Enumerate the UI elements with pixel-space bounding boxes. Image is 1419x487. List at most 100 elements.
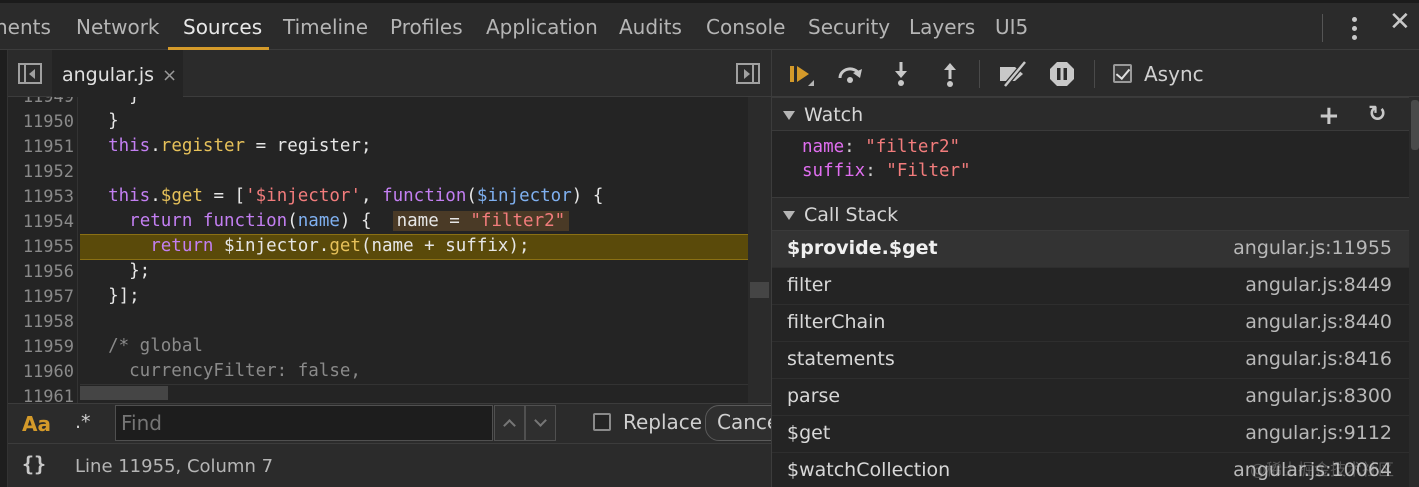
frame-location[interactable]: angular.js:11955	[1233, 237, 1392, 259]
line-number[interactable]: 11958	[16, 312, 74, 332]
code-line: }];	[87, 286, 140, 306]
line-number[interactable]: 11952	[16, 162, 74, 182]
code-line: }	[87, 111, 119, 131]
frame-location[interactable]: angular.js:8300	[1245, 385, 1392, 407]
tab-console[interactable]: Console	[706, 3, 785, 50]
chevron-down-icon	[534, 414, 547, 427]
editor-tab-bar: angular.js ×	[8, 50, 771, 97]
code-editor[interactable]: 11949 11950 11951 11952 11953 11954 1195…	[8, 97, 771, 403]
find-bar: Aa .* Replace Cancel	[8, 403, 785, 443]
vertical-scrollbar[interactable]	[748, 97, 771, 403]
step-out-icon[interactable]	[936, 60, 964, 88]
line-number[interactable]: 11950	[16, 112, 74, 132]
tab-application[interactable]: Application	[486, 3, 598, 50]
navigator-collapsed-strip	[0, 50, 8, 487]
line-number[interactable]: 11955	[16, 237, 74, 257]
line-number[interactable]: 11957	[16, 287, 74, 307]
sidebar-scrollbar[interactable]	[1409, 97, 1419, 487]
tab-security[interactable]: Security	[808, 3, 890, 50]
tab-network[interactable]: Network	[76, 3, 160, 50]
editor-status-bar: {} Line 11955, Column 7	[8, 443, 771, 487]
call-frame[interactable]: parse angular.js:8300	[772, 379, 1409, 416]
line-number[interactable]: 11960	[16, 362, 74, 382]
expand-triangle-icon	[783, 211, 795, 220]
tab-audits[interactable]: Audits	[619, 3, 682, 50]
call-stack-section-header[interactable]: Call Stack	[772, 197, 1409, 231]
line-number[interactable]: 11959	[16, 337, 74, 357]
code-line: }	[87, 97, 140, 106]
code-line: };	[87, 261, 151, 281]
call-frame[interactable]: filter angular.js:8449	[772, 268, 1409, 305]
tab-elements[interactable]: nents	[0, 3, 51, 50]
add-watch-icon[interactable]: +	[1318, 101, 1340, 131]
line-number[interactable]: 11956	[16, 262, 74, 282]
close-tab-icon[interactable]: ×	[162, 65, 177, 86]
frame-function: statements	[787, 348, 895, 370]
tab-timeline[interactable]: Timeline	[283, 3, 368, 50]
file-tab-label: angular.js	[62, 64, 154, 86]
more-options-icon[interactable]	[1344, 16, 1366, 42]
close-devtools-icon[interactable]: ✕	[1389, 7, 1411, 37]
find-next-button[interactable]	[525, 405, 556, 441]
inline-variable-value: name = "filter2"	[392, 211, 570, 231]
pretty-print-icon[interactable]: {}	[22, 452, 46, 476]
horizontal-scroll-thumb[interactable]	[80, 386, 168, 400]
code-line: this.register = register;	[108, 136, 372, 156]
frame-function: filterChain	[787, 311, 886, 333]
watch-expression[interactable]: name: "filter2"	[802, 137, 960, 157]
resume-icon[interactable]	[787, 60, 815, 88]
line-number[interactable]: 11954	[16, 212, 74, 232]
code-line: return function(name) { name = "filter2"	[87, 211, 570, 231]
call-frame[interactable]: $get angular.js:9112	[772, 416, 1409, 453]
find-input[interactable]	[115, 405, 493, 441]
chevron-up-icon	[503, 419, 516, 432]
line-number-gutter[interactable]: 11949 11950 11951 11952 11953 11954 1195…	[8, 97, 78, 403]
deactivate-breakpoints-icon[interactable]	[997, 60, 1029, 88]
line-number[interactable]: 11961	[16, 387, 74, 403]
tab-ui5[interactable]: UI5	[995, 3, 1028, 50]
call-frame[interactable]: statements angular.js:8416	[772, 342, 1409, 379]
tab-sources[interactable]: Sources	[183, 3, 262, 50]
regex-toggle[interactable]: .*	[75, 411, 91, 433]
line-number[interactable]: 11951	[16, 137, 74, 157]
debugger-toolbar: Async	[772, 50, 1419, 97]
code-line: this.$get = ['$injector', function($inje…	[108, 186, 604, 206]
frame-function: filter	[787, 274, 832, 296]
sidebar-scroll-thumb[interactable]	[1411, 100, 1419, 150]
watch-title: Watch	[804, 104, 864, 126]
step-over-icon[interactable]	[836, 60, 864, 88]
frame-function: $get	[787, 422, 831, 444]
watermark: @稀土掘金技术社区	[1250, 460, 1395, 479]
tab-layers[interactable]: Layers	[909, 3, 975, 50]
frame-location[interactable]: angular.js:8416	[1245, 348, 1392, 370]
toggle-debugger-icon[interactable]	[736, 63, 760, 84]
async-checkbox[interactable]	[1113, 64, 1132, 83]
debugger-sidebar: Async Watch + ↻ name: "filter2" suffix: …	[771, 50, 1419, 487]
replace-checkbox[interactable]	[593, 413, 611, 431]
pause-on-exceptions-icon[interactable]	[1048, 60, 1076, 88]
frame-location[interactable]: angular.js:8440	[1245, 311, 1392, 333]
watch-expression[interactable]: suffix: "Filter"	[802, 161, 971, 181]
frame-function: $provide.$get	[787, 237, 938, 259]
line-number[interactable]: 11953	[16, 187, 74, 207]
devtools-tab-bar: nents Network Sources Timeline Profiles …	[0, 0, 1419, 50]
call-stack-title: Call Stack	[804, 204, 899, 226]
call-frame[interactable]: $provide.$get angular.js:11955	[772, 231, 1409, 268]
toggle-navigator-icon[interactable]	[18, 63, 42, 84]
tab-profiles[interactable]: Profiles	[390, 3, 463, 50]
frame-location[interactable]: angular.js:8449	[1245, 274, 1392, 296]
watch-section-header[interactable]: Watch + ↻	[772, 97, 1409, 131]
frame-location[interactable]: angular.js:9112	[1245, 422, 1392, 444]
refresh-watch-icon[interactable]: ↻	[1368, 102, 1386, 127]
cursor-position: Line 11955, Column 7	[75, 456, 274, 477]
horizontal-scrollbar[interactable]	[80, 384, 748, 403]
file-tab-angular[interactable]: angular.js ×	[52, 50, 184, 97]
expand-triangle-icon	[783, 111, 795, 120]
step-into-icon[interactable]	[887, 60, 915, 88]
match-case-toggle[interactable]: Aa	[22, 412, 51, 436]
frame-function: parse	[787, 385, 841, 407]
find-previous-button[interactable]	[494, 405, 525, 441]
vertical-scroll-thumb[interactable]	[750, 282, 769, 298]
line-number[interactable]: 11949	[16, 97, 74, 107]
call-frame[interactable]: filterChain angular.js:8440	[772, 305, 1409, 342]
